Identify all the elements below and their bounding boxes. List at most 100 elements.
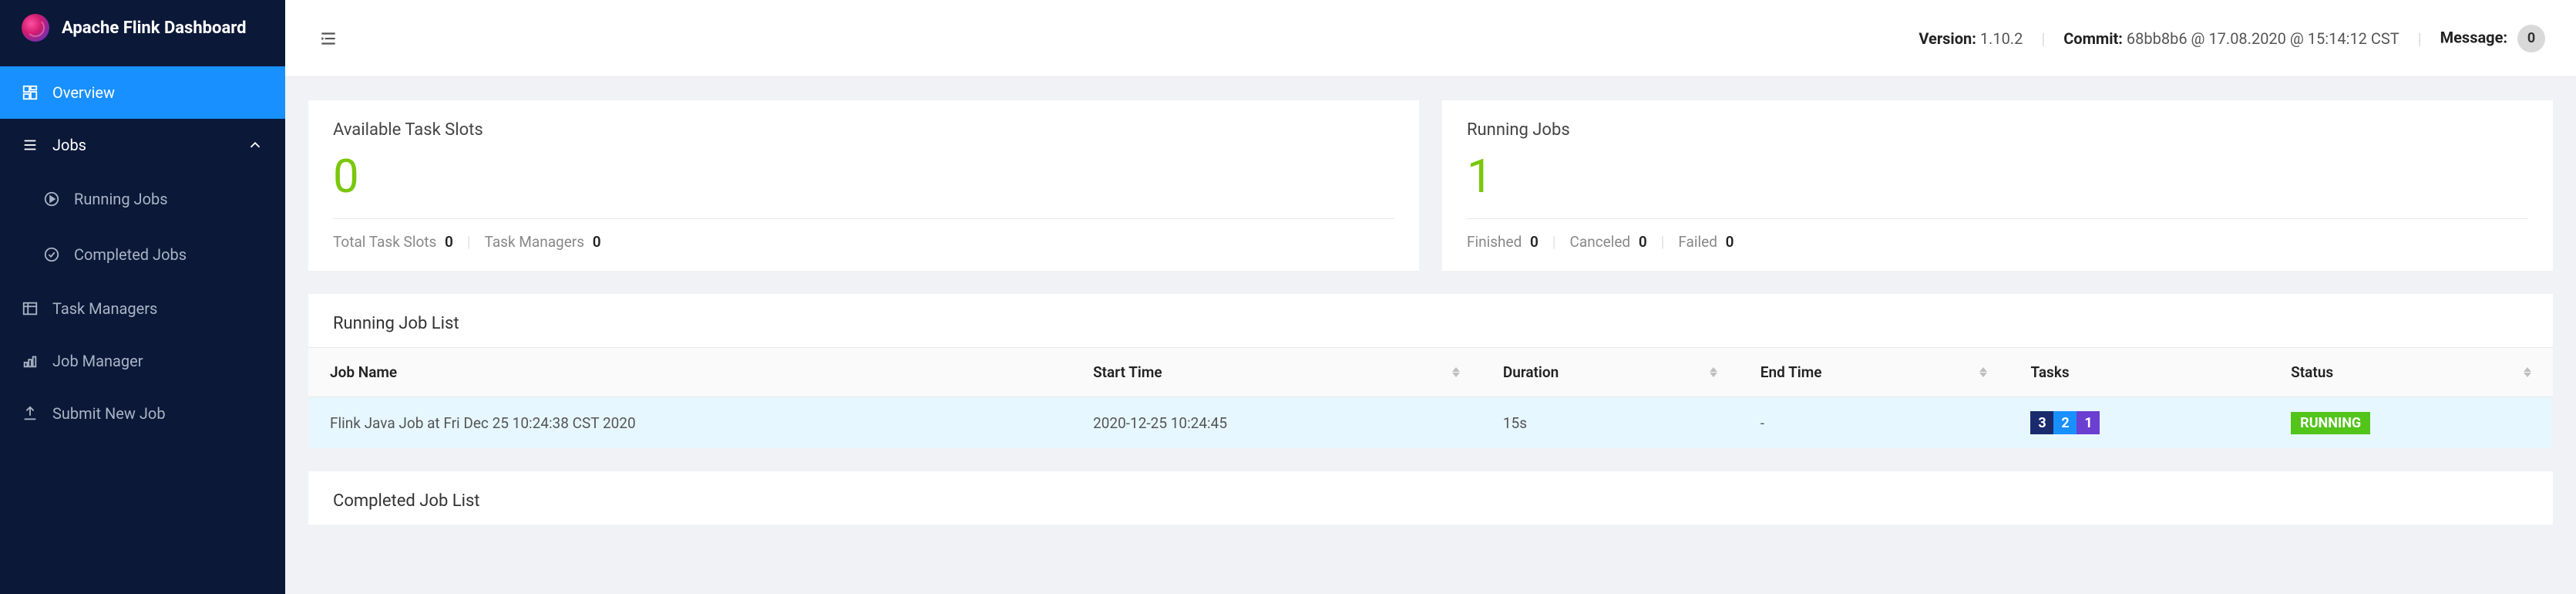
sidebar-item-label: Completed Jobs xyxy=(74,245,187,264)
brand: Apache Flink Dashboard xyxy=(0,0,285,56)
topbar: Version: 1.10.2 | Commit: 68bb8b6 @ 17.0… xyxy=(285,0,2576,77)
divider: | xyxy=(1661,233,1665,251)
sidebar-item-label: Task Managers xyxy=(52,299,157,318)
stats-row: Finished 0 | Canceled 0 | Failed 0 xyxy=(1467,233,2528,251)
upload-icon xyxy=(22,405,39,422)
card-title: Available Task Slots xyxy=(333,120,1394,140)
sidebar-item-job-manager[interactable]: Job Manager xyxy=(0,335,285,387)
sort-icon xyxy=(1452,367,1460,377)
col-duration[interactable]: Duration xyxy=(1481,348,1739,397)
commit-value: 68bb8b6 @ 17.08.2020 @ 15:14:12 CST xyxy=(2127,29,2399,48)
stat-value: 0 xyxy=(1726,233,1734,251)
status-tag: RUNNING xyxy=(2291,412,2370,434)
stat-label: Failed xyxy=(1678,233,1717,251)
cell-tasks: 3 2 1 xyxy=(2009,397,2269,449)
cell-end-time: - xyxy=(1739,397,2009,449)
col-label: Job Name xyxy=(330,363,397,381)
sidebar-sub-jobs: Running Jobs Completed Jobs xyxy=(0,171,285,282)
sort-icon xyxy=(1710,367,1717,377)
chevron-up-icon xyxy=(247,137,264,154)
sidebar-item-task-managers[interactable]: Task Managers xyxy=(0,282,285,335)
brand-title: Apache Flink Dashboard xyxy=(62,19,246,38)
running-jobs-card: Running Jobs 1 Finished 0 | Canceled 0 xyxy=(1442,100,2553,271)
sidebar-item-label: Overview xyxy=(52,83,115,102)
task-badge: 2 xyxy=(2053,411,2077,434)
finished-stat: Finished 0 xyxy=(1467,233,1539,251)
stats-row: Total Task Slots 0 | Task Managers 0 xyxy=(333,233,1394,251)
sidebar-item-label: Running Jobs xyxy=(74,190,168,208)
bars-icon xyxy=(22,137,39,154)
stat-label: Total Task Slots xyxy=(333,233,436,251)
panel-title: Running Job List xyxy=(308,294,2553,347)
flink-logo-icon xyxy=(22,14,49,42)
sidebar-item-label: Job Manager xyxy=(52,352,143,370)
stat-label: Task Managers xyxy=(485,233,585,251)
failed-stat: Failed 0 xyxy=(1678,233,1734,251)
schedule-icon xyxy=(22,300,39,317)
col-end-time[interactable]: End Time xyxy=(1739,348,2009,397)
col-status[interactable]: Status xyxy=(2269,348,2553,397)
col-label: Start Time xyxy=(1093,363,1162,381)
sidebar-item-jobs[interactable]: Jobs xyxy=(0,119,285,171)
running-job-table: Job Name Start Time Duration End Time Ta… xyxy=(308,347,2553,448)
table-row[interactable]: Flink Java Job at Fri Dec 25 10:24:38 CS… xyxy=(308,397,2553,449)
dashboard-icon xyxy=(22,84,39,101)
collapse-sidebar-button[interactable] xyxy=(316,26,341,51)
divider: | xyxy=(1552,233,1556,251)
content: Available Task Slots 0 Total Task Slots … xyxy=(285,77,2576,571)
message-count-badge[interactable]: 0 xyxy=(2517,25,2545,52)
divider xyxy=(1467,218,2528,219)
sidebar-item-label: Jobs xyxy=(52,136,86,154)
col-start-time[interactable]: Start Time xyxy=(1071,348,1481,397)
sidebar-item-overview[interactable]: Overview xyxy=(0,66,285,119)
canceled-stat: Canceled 0 xyxy=(1570,233,1647,251)
task-badge: 3 xyxy=(2030,411,2053,434)
running-jobs-value: 1 xyxy=(1467,154,2528,200)
divider xyxy=(333,218,1394,219)
version-block: Version: 1.10.2 xyxy=(1919,29,2023,48)
message-block: Message: 0 xyxy=(2440,25,2545,52)
sidebar-item-running-jobs[interactable]: Running Jobs xyxy=(0,171,285,227)
col-label: Status xyxy=(2291,363,2333,381)
task-badges: 3 2 1 xyxy=(2030,411,2100,434)
cell-status: RUNNING xyxy=(2269,397,2553,449)
divider: | xyxy=(2418,29,2422,48)
stat-label: Finished xyxy=(1467,233,1522,251)
version-value: 1.10.2 xyxy=(1980,29,2023,48)
build-icon xyxy=(22,353,39,370)
sort-icon xyxy=(1979,367,1987,377)
sort-icon xyxy=(2524,367,2531,377)
card-title: Running Jobs xyxy=(1467,120,2528,140)
sidebar-item-submit-new-job[interactable]: Submit New Job xyxy=(0,387,285,440)
task-managers-stat: Task Managers 0 xyxy=(485,233,601,251)
sidebar-item-completed-jobs[interactable]: Completed Jobs xyxy=(0,227,285,282)
version-label: Version: xyxy=(1919,29,1976,48)
table-header-row: Job Name Start Time Duration End Time Ta… xyxy=(308,348,2553,397)
stat-value: 0 xyxy=(1639,233,1647,251)
col-label: Tasks xyxy=(2030,363,2069,381)
cell-start-time: 2020-12-25 10:24:45 xyxy=(1071,397,1481,449)
summary-cards: Available Task Slots 0 Total Task Slots … xyxy=(308,100,2553,271)
sidebar-item-label: Submit New Job xyxy=(52,404,166,423)
stat-value: 0 xyxy=(1530,233,1539,251)
message-label: Message: xyxy=(2440,28,2507,46)
stat-value: 0 xyxy=(445,233,453,251)
commit-label: Commit: xyxy=(2063,29,2123,48)
check-circle-icon xyxy=(43,246,60,263)
col-label: End Time xyxy=(1760,363,1822,381)
divider: | xyxy=(2041,29,2045,48)
nav: Overview Jobs Running Jobs xyxy=(0,56,285,440)
panel-title: Completed Job List xyxy=(308,471,2553,525)
total-task-slots: Total Task Slots 0 xyxy=(333,233,453,251)
completed-job-list-panel: Completed Job List xyxy=(308,471,2553,525)
main: Version: 1.10.2 | Commit: 68bb8b6 @ 17.0… xyxy=(285,0,2576,594)
cell-duration: 15s xyxy=(1481,397,1739,449)
col-job-name[interactable]: Job Name xyxy=(308,348,1071,397)
task-badge: 1 xyxy=(2077,411,2100,434)
stat-label: Canceled xyxy=(1570,233,1631,251)
col-tasks[interactable]: Tasks xyxy=(2009,348,2269,397)
build-info: Version: 1.10.2 | Commit: 68bb8b6 @ 17.0… xyxy=(1919,25,2545,52)
cell-job-name: Flink Java Job at Fri Dec 25 10:24:38 CS… xyxy=(308,397,1071,449)
available-task-slots-card: Available Task Slots 0 Total Task Slots … xyxy=(308,100,1419,271)
running-job-list-panel: Running Job List Job Name Start Time Dur… xyxy=(308,294,2553,448)
